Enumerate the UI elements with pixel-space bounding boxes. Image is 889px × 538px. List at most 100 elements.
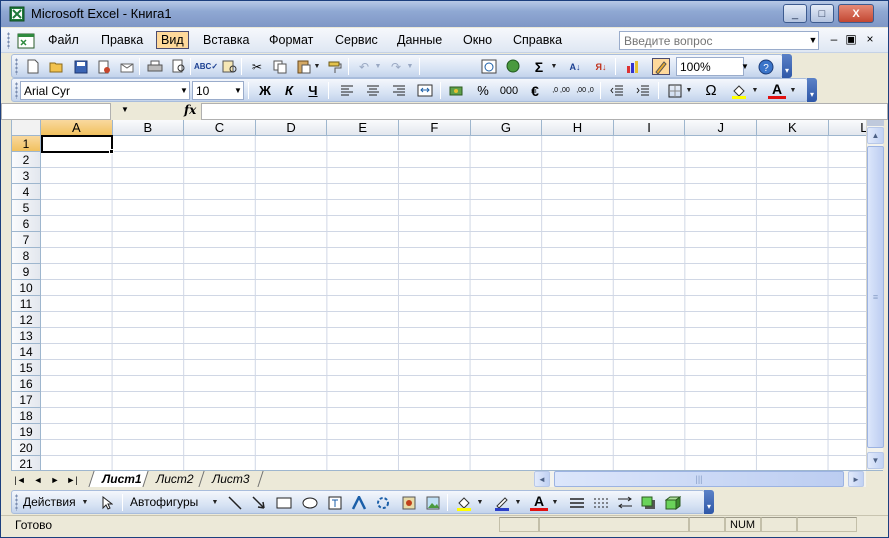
worksheet-grid[interactable]: ABCDEFGHIJKL 123456789101112131415161718… [11, 120, 866, 470]
active-cell-a1[interactable] [41, 135, 113, 153]
menu-edit[interactable]: Правка [97, 32, 147, 50]
menu-format[interactable]: Формат [265, 32, 317, 50]
undo-dropdown-arrow[interactable]: ▼ [374, 58, 382, 75]
percent-button[interactable]: % [474, 82, 492, 99]
picture-icon[interactable] [424, 494, 442, 511]
help-search-input[interactable] [619, 31, 819, 50]
select-objects-icon[interactable] [98, 494, 116, 511]
row-header-12[interactable]: 12 [12, 312, 41, 328]
shadow-style-icon[interactable] [640, 494, 658, 511]
horizontal-scrollbar[interactable]: ◄ ||| ► [534, 471, 866, 487]
hyperlink-icon[interactable] [480, 58, 498, 75]
dash-style-icon[interactable] [592, 494, 610, 511]
increase-decimal-button[interactable]: ,0 ,00 [550, 82, 572, 99]
row-header-6[interactable]: 6 [12, 216, 41, 232]
menu-help[interactable]: Справка [509, 32, 566, 50]
help-icon[interactable]: ? [757, 58, 775, 75]
menu-tools[interactable]: Сервис [331, 32, 382, 50]
menu-data[interactable]: Данные [393, 32, 446, 50]
align-right-icon[interactable] [390, 82, 408, 99]
sort-asc-icon[interactable]: А↓ [566, 58, 584, 75]
font-size-dropdown-arrow[interactable]: ▼ [232, 81, 244, 100]
decrease-decimal-button[interactable]: ,00 ,0 [574, 82, 596, 99]
save-icon[interactable] [72, 58, 90, 75]
line-style-icon[interactable] [568, 494, 586, 511]
last-sheet-button[interactable]: ►| [65, 472, 79, 487]
font-color-dropdown-arrow[interactable]: ▼ [551, 494, 559, 511]
paste-icon[interactable] [294, 58, 312, 75]
insert-function-button[interactable]: fx [184, 103, 196, 117]
maximize-button[interactable]: □ [810, 4, 834, 23]
autosum-dropdown-arrow[interactable]: ▼ [550, 58, 558, 75]
name-box[interactable] [1, 103, 111, 120]
oval-icon[interactable] [301, 494, 319, 511]
menu-window[interactable]: Окно [459, 32, 496, 50]
zoom-select[interactable]: 100% [676, 57, 744, 76]
align-center-icon[interactable] [364, 82, 382, 99]
autoshapes-menu-label[interactable]: Автофигуры [130, 495, 198, 509]
font-select[interactable]: Arial Cyr [20, 81, 190, 100]
column-header-a[interactable]: A [41, 120, 113, 136]
autoshapes-dropdown-arrow[interactable]: ▼ [211, 494, 219, 511]
document-icon[interactable] [17, 33, 35, 49]
sheet-tab-2[interactable]: Лист2 [142, 471, 208, 487]
email-icon[interactable] [118, 58, 136, 75]
fill-color-dropdown-arrow[interactable]: ▼ [751, 82, 759, 99]
fill-handle[interactable] [109, 149, 114, 154]
toolbar-grip[interactable] [7, 32, 10, 49]
bold-button[interactable]: Ж [256, 82, 274, 99]
row-header-17[interactable]: 17 [12, 392, 41, 408]
open-icon[interactable] [48, 58, 66, 75]
split-box[interactable] [867, 120, 884, 126]
next-sheet-button[interactable]: ► [48, 472, 62, 487]
arrow-icon[interactable] [250, 494, 268, 511]
row-header-15[interactable]: 15 [12, 360, 41, 376]
row-header-19[interactable]: 19 [12, 424, 41, 440]
row-header-13[interactable]: 13 [12, 328, 41, 344]
row-header-14[interactable]: 14 [12, 344, 41, 360]
cells-area[interactable] [41, 136, 866, 470]
toolbar-grip[interactable] [15, 494, 18, 511]
prev-sheet-button[interactable]: ◄ [31, 472, 45, 487]
font-dropdown-arrow[interactable]: ▼ [178, 81, 190, 100]
line-color-icon[interactable] [493, 494, 511, 511]
font-color-dropdown-arrow[interactable]: ▼ [789, 82, 797, 99]
spelling-icon[interactable]: ABC✓ [194, 58, 218, 75]
name-box-dropdown-arrow[interactable]: ▼ [121, 105, 129, 114]
underline-button[interactable]: Ч [304, 82, 322, 99]
first-sheet-button[interactable]: |◄ [13, 472, 27, 487]
line-color-dropdown-arrow[interactable]: ▼ [514, 494, 522, 511]
research-icon[interactable] [220, 58, 238, 75]
doc-minimize-button[interactable]: – [827, 32, 841, 46]
column-header-b[interactable]: B [112, 120, 185, 136]
column-header-e[interactable]: E [327, 120, 399, 136]
row-header-16[interactable]: 16 [12, 376, 41, 392]
toolbar-grip[interactable] [15, 82, 18, 99]
print-icon[interactable] [146, 58, 164, 75]
textbox-icon[interactable] [326, 494, 344, 511]
new-icon[interactable] [24, 58, 42, 75]
minimize-button[interactable]: _ [783, 4, 807, 23]
chart-wizard-icon[interactable] [624, 58, 642, 75]
column-header-d[interactable]: D [255, 120, 328, 136]
format-painter-icon[interactable] [326, 58, 344, 75]
column-header-f[interactable]: F [399, 120, 471, 136]
3d-style-icon[interactable] [664, 494, 682, 511]
actions-dropdown-arrow[interactable]: ▼ [81, 494, 89, 511]
column-header-i[interactable]: I [613, 120, 686, 136]
row-header-9[interactable]: 9 [12, 264, 41, 280]
font-color-button[interactable]: A [530, 493, 548, 511]
row-header-2[interactable]: 2 [12, 152, 41, 168]
column-header-c[interactable]: C [184, 120, 256, 136]
column-header-l[interactable]: L [828, 120, 866, 136]
doc-close-button[interactable]: × [863, 32, 877, 46]
scroll-right-button[interactable]: ► [848, 471, 864, 487]
fill-color-dropdown-arrow[interactable]: ▼ [476, 494, 484, 511]
diagram-icon[interactable] [374, 494, 392, 511]
permission-icon[interactable] [95, 58, 113, 75]
zoom-dropdown-arrow[interactable]: ▼ [739, 57, 751, 76]
currency-icon[interactable] [448, 82, 466, 99]
column-header-j[interactable]: J [685, 120, 757, 136]
menu-file[interactable]: Файл [44, 32, 83, 50]
column-header-g[interactable]: G [470, 120, 543, 136]
